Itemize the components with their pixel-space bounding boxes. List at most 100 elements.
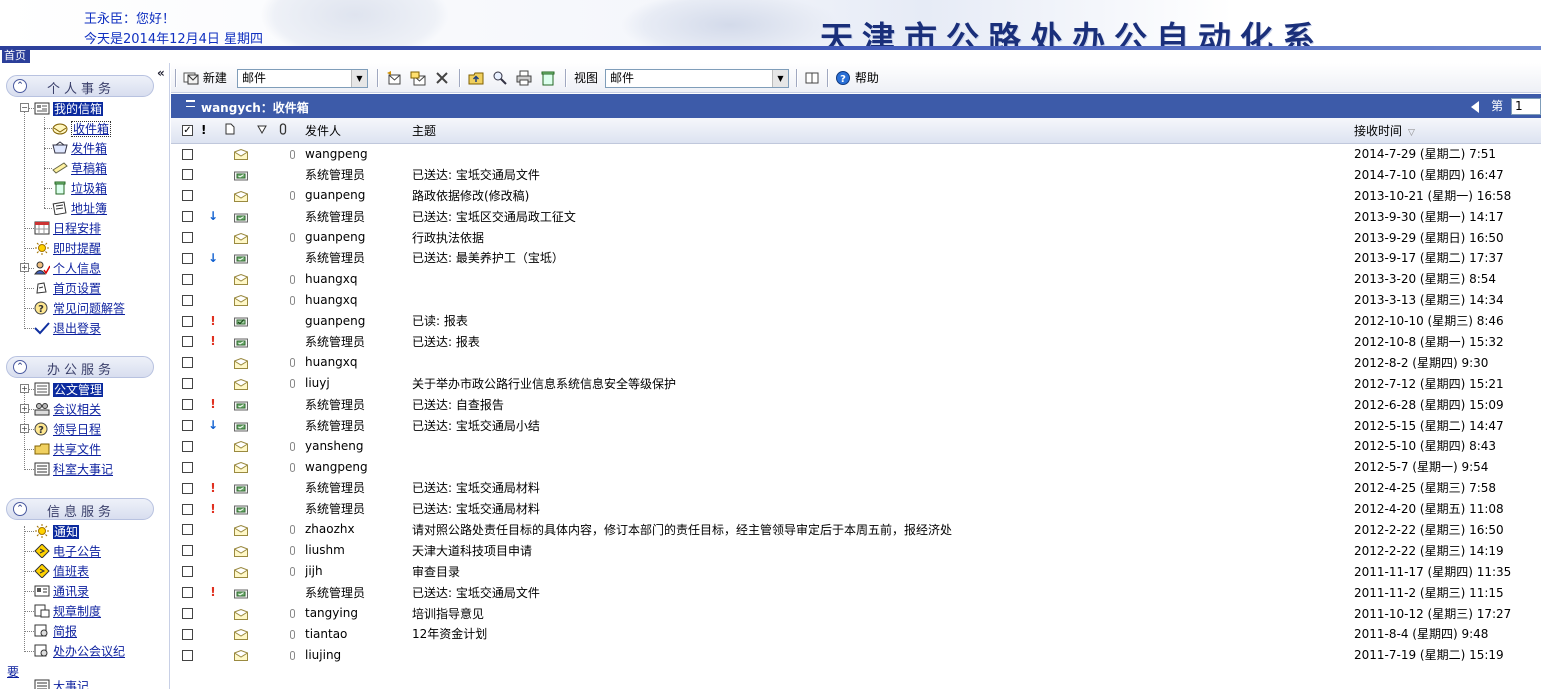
expand-icon[interactable]: +: [20, 384, 29, 393]
table-row[interactable]: ! guanpeng 已读: 报表 2012-10-10 (星期三) 8:46: [171, 310, 1541, 331]
row-checkbox[interactable]: [182, 482, 193, 494]
table-row[interactable]: liuyj 关于举办市政公路行业信息系统信息安全等级保护 2012-7-12 (星期…: [171, 373, 1541, 394]
sidebar-item-duty[interactable]: 值班表: [34, 562, 89, 580]
sender-cell[interactable]: liujing: [305, 644, 412, 665]
subject-cell[interactable]: [412, 644, 1354, 665]
table-row[interactable]: ↓ 系统管理员 已送达: 最美养护工（宝坻） 2013-9-17 (星期二) 17:3…: [171, 247, 1541, 268]
row-checkbox[interactable]: [182, 148, 193, 160]
flag-column-header[interactable]: [257, 118, 279, 144]
row-checkbox[interactable]: [182, 461, 193, 473]
subject-cell[interactable]: [412, 289, 1354, 310]
subject-cell[interactable]: [412, 352, 1354, 373]
sender-cell[interactable]: jijh: [305, 561, 412, 582]
sender-cell[interactable]: liuyj: [305, 373, 412, 394]
sidebar-item-leader-schedule[interactable]: ? 领导日程: [34, 420, 101, 438]
sidebar-item-calendar[interactable]: 日程安排: [34, 219, 101, 237]
row-checkbox[interactable]: [182, 545, 193, 557]
importance-column-header[interactable]: !: [201, 118, 225, 144]
subject-cell[interactable]: 已送达: 宝坻交通局材料: [412, 498, 1354, 519]
subject-cell[interactable]: [412, 268, 1354, 289]
sidebar-collapse-button[interactable]: «: [157, 66, 165, 80]
sidebar-item-shared-folder[interactable]: 共享文件: [34, 440, 101, 458]
select-all-column[interactable]: [171, 118, 201, 144]
table-row[interactable]: huangxq 2013-3-20 (星期三) 8:54: [171, 268, 1541, 289]
subject-cell[interactable]: 关于举办市政公路行业信息系统信息安全等级保护: [412, 373, 1354, 394]
section-header-2[interactable]: ⌃ 办公服务: [6, 356, 154, 378]
subject-cell[interactable]: [412, 456, 1354, 477]
sidebar-item-notice[interactable]: 通知: [34, 522, 80, 540]
table-row[interactable]: huangxq 2012-8-2 (星期四) 9:30: [171, 352, 1541, 373]
expand-icon[interactable]: +: [20, 263, 29, 272]
sender-column-header[interactable]: 发件人: [305, 118, 412, 144]
row-checkbox[interactable]: [182, 608, 193, 620]
sender-cell[interactable]: wangpeng: [305, 456, 412, 477]
row-select-cell[interactable]: [171, 477, 201, 498]
sidebar-item-notebook[interactable]: 科室大事记: [34, 460, 113, 478]
sidebar-item-inbox[interactable]: 收件箱: [52, 119, 112, 137]
row-checkbox[interactable]: [182, 503, 193, 515]
sidebar-item-faq[interactable]: ? 常见问题解答: [34, 299, 125, 317]
row-checkbox[interactable]: [182, 357, 193, 369]
subject-cell[interactable]: 12年资金计划: [412, 623, 1354, 644]
previous-page-icon[interactable]: [1471, 100, 1480, 113]
table-row[interactable]: ! 系统管理员 已送达: 宝坻交通局材料 2012-4-25 (星期三) 7:58: [171, 477, 1541, 498]
table-row[interactable]: wangpeng 2012-5-7 (星期一) 9:54: [171, 456, 1541, 477]
subject-cell[interactable]: 已送达: 宝坻区交通局政工征文: [412, 206, 1354, 227]
table-row[interactable]: tiantao 12年资金计划 2011-8-4 (星期四) 9:48: [171, 623, 1541, 644]
attachment-column-header[interactable]: [279, 118, 305, 144]
received-column-header[interactable]: 接收时间 ▽: [1354, 118, 1541, 144]
table-row[interactable]: ↓ 系统管理员 已送达: 宝坻区交通局政工征文 2013-9-30 (星期一) 14:…: [171, 206, 1541, 227]
subject-cell[interactable]: [412, 435, 1354, 456]
page-number-input[interactable]: 1: [1511, 98, 1541, 115]
sender-cell[interactable]: 系统管理员: [305, 164, 412, 185]
row-select-cell[interactable]: [171, 247, 201, 268]
row-select-cell[interactable]: [171, 185, 201, 206]
table-row[interactable]: wangpeng 2014-7-29 (星期二) 7:51: [171, 143, 1541, 164]
subject-cell[interactable]: 已送达: 宝坻交通局材料: [412, 477, 1354, 498]
expand-icon[interactable]: +: [20, 404, 29, 413]
subject-cell[interactable]: 已送达: 自查报告: [412, 394, 1354, 415]
row-checkbox[interactable]: [182, 336, 193, 348]
sidebar-item-mailbox[interactable]: 我的信箱: [34, 99, 104, 117]
sender-cell[interactable]: 系统管理员: [305, 415, 412, 436]
row-select-cell[interactable]: [171, 435, 201, 456]
row-select-cell[interactable]: [171, 603, 201, 624]
new-type-select[interactable]: 邮件 ▼: [237, 69, 368, 88]
row-select-cell[interactable]: [171, 644, 201, 665]
table-row[interactable]: yansheng 2012-5-10 (星期四) 8:43: [171, 435, 1541, 456]
sender-cell[interactable]: liushm: [305, 540, 412, 561]
row-checkbox[interactable]: [182, 628, 193, 640]
subject-cell[interactable]: 行政执法依据: [412, 227, 1354, 248]
row-select-cell[interactable]: [171, 164, 201, 185]
table-row[interactable]: guanpeng 行政执法依据 2013-9-29 (星期日) 16:50: [171, 227, 1541, 248]
sidebar-item-bulletin[interactable]: 电子公告: [34, 542, 101, 560]
address-book-button[interactable]: [804, 70, 820, 86]
sender-cell[interactable]: tiantao: [305, 623, 412, 644]
sidebar-item-alert[interactable]: 即时提醒: [34, 239, 101, 257]
sidebar-item-address-book[interactable]: 地址簿: [52, 199, 107, 217]
table-row[interactable]: liujing 2011-7-19 (星期二) 15:19: [171, 644, 1541, 665]
sender-cell[interactable]: guanpeng: [305, 185, 412, 206]
collapse-section-icon[interactable]: ⌃: [13, 502, 27, 516]
table-row[interactable]: ! 系统管理员 已送达: 自查报告 2012-6-28 (星期四) 15:09: [171, 394, 1541, 415]
sender-cell[interactable]: wangpeng: [305, 143, 412, 164]
row-checkbox[interactable]: [182, 190, 193, 202]
expand-icon[interactable]: +: [20, 424, 29, 433]
help-button[interactable]: ? 帮助: [835, 70, 879, 86]
sidebar-item-brief[interactable]: 简报: [34, 622, 77, 640]
sidebar-item-rules[interactable]: 规章制度: [34, 602, 101, 620]
sender-cell[interactable]: tangying: [305, 603, 412, 624]
sidebar-item-drafts[interactable]: 草稿箱: [52, 159, 107, 177]
table-row[interactable]: liushm 天津大道科技项目申请 2012-2-22 (星期三) 14:19: [171, 540, 1541, 561]
table-row[interactable]: ! 系统管理员 已送达: 报表 2012-10-8 (星期一) 15:32: [171, 331, 1541, 352]
row-select-cell[interactable]: [171, 540, 201, 561]
subject-column-header[interactable]: 主题: [412, 118, 1354, 144]
subject-cell[interactable]: 天津大道科技项目申请: [412, 540, 1354, 561]
section-header-1[interactable]: ⌃ 个人事务: [6, 75, 154, 97]
sender-cell[interactable]: guanpeng: [305, 310, 412, 331]
sidebar-item-major-events[interactable]: 大事记: [34, 677, 89, 689]
row-checkbox[interactable]: [182, 294, 193, 306]
row-select-cell[interactable]: [171, 373, 201, 394]
row-checkbox[interactable]: [182, 169, 193, 181]
reply-button[interactable]: [386, 70, 402, 86]
